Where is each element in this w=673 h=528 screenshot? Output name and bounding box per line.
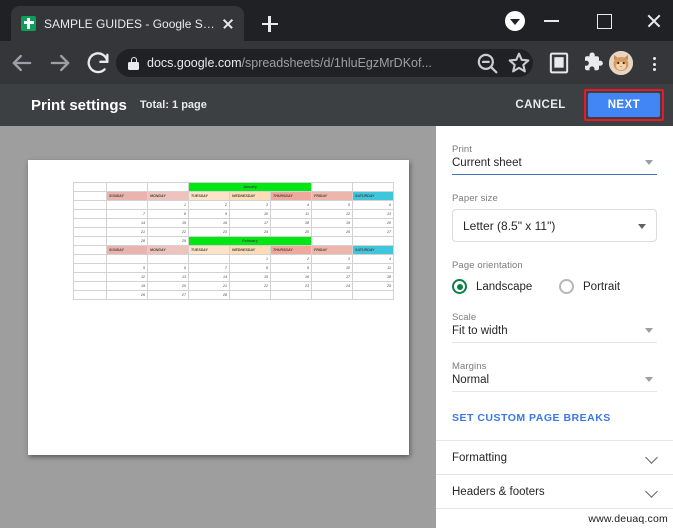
reload-icon[interactable]: [84, 49, 112, 77]
zoom-out-icon[interactable]: [473, 49, 501, 77]
page-orientation-field: Page orientation Landscape Portrait: [452, 260, 657, 294]
scale-select[interactable]: Fit to width: [452, 325, 657, 343]
table-row: 1 23 45 6: [73, 200, 394, 210]
watermark: www.deuaq.com: [588, 513, 668, 525]
page-title: Print settings: [31, 96, 127, 114]
page-orientation-label: Page orientation: [452, 260, 523, 271]
section-formatting[interactable]: Formatting: [436, 441, 673, 475]
day-header-row: SUNDAY MONDAY TUESDAY WEDNESDAY THURSDAY…: [73, 191, 394, 201]
table-row: 12 13 14 15 16 17 18: [73, 272, 394, 282]
tab-search-icon[interactable]: [505, 11, 525, 31]
table-row: 26 27 28: [73, 290, 394, 300]
table-row: 1 23 4: [73, 254, 394, 264]
print-settings-panel: Print Current sheet Paper size Letter (8…: [436, 126, 673, 528]
browser-window: SAMPLE GUIDES - Google Sheets docs.googl…: [0, 0, 673, 528]
margins-label: Margins: [452, 361, 487, 372]
table-row: 19 20 21 22 23 24 25: [73, 281, 394, 291]
section-headers-footers[interactable]: Headers & footers: [436, 475, 673, 509]
next-button[interactable]: NEXT: [587, 93, 660, 117]
table-row: 78 9 10 11 12 13: [73, 209, 394, 219]
chevron-down-icon: [646, 452, 657, 463]
section-label-headers-footers: Headers & footers: [452, 485, 545, 498]
print-value: Current sheet: [452, 157, 522, 169]
scale-field: Scale Fit to width: [452, 312, 657, 343]
chevron-down-icon: [645, 328, 653, 333]
margins-value: Normal: [452, 374, 490, 386]
paper-size-field: Paper size Letter (8.5" x 11"): [452, 193, 657, 242]
print-label: Print: [452, 144, 473, 155]
cancel-button[interactable]: CANCEL: [515, 99, 565, 111]
browser-tab[interactable]: SAMPLE GUIDES - Google Sheets: [11, 6, 244, 41]
chevron-down-icon: [638, 224, 646, 229]
next-button-highlight: NEXT: [583, 89, 664, 121]
back-arrow-icon[interactable]: [8, 49, 36, 77]
month-title-january: January: [188, 182, 312, 192]
kebab-menu-icon[interactable]: [642, 49, 666, 77]
print-settings-header: Print settings Total: 1 page CANCEL NEXT: [0, 84, 673, 126]
total-pages-label: Total: 1 page: [139, 99, 207, 111]
url-text: docs.google.com/spreadsheets/d/1hluEgzMr…: [147, 56, 432, 70]
browser-toolbar: docs.google.com/spreadsheets/d/1hluEgzMr…: [0, 41, 673, 84]
new-tab-button[interactable]: [256, 10, 284, 38]
lock-icon: [128, 56, 139, 70]
cat-avatar[interactable]: [609, 51, 633, 75]
maximize-icon[interactable]: [589, 6, 619, 34]
chevron-down-icon: [645, 160, 653, 165]
close-tab-icon[interactable]: [220, 16, 236, 32]
title-bar: SAMPLE GUIDES - Google Sheets: [0, 0, 673, 41]
tab-title: SAMPLE GUIDES - Google Sheets: [44, 16, 220, 31]
radio-dot-landscape: [452, 279, 467, 294]
url-path: /spreadsheets/d/1hluEgzMrDKof...: [241, 56, 432, 70]
screen-capture-icon[interactable]: [545, 49, 573, 77]
calendar-february: February SUNDAY MONDAY TUESDAY WEDNESDAY…: [73, 236, 394, 300]
puzzle-icon[interactable]: [578, 49, 606, 77]
url-host: docs.google.com: [147, 56, 242, 70]
day-header-row: SUNDAY MONDAY TUESDAY WEDNESDAY THURSDAY…: [73, 245, 394, 255]
print-field: Print Current sheet: [452, 144, 657, 175]
radio-dot-portrait: [559, 279, 574, 294]
forward-arrow-icon[interactable]: [46, 49, 74, 77]
chevron-down-icon: [645, 377, 653, 382]
print-select[interactable]: Current sheet: [452, 157, 657, 175]
month-title-february: February: [188, 236, 312, 246]
section-label-formatting: Formatting: [452, 451, 507, 464]
paper-size-label: Paper size: [452, 193, 498, 204]
margins-field: Margins Normal: [452, 361, 657, 392]
set-custom-page-breaks-link[interactable]: SET CUSTOM PAGE BREAKS: [452, 412, 657, 424]
paper-size-value: Letter (8.5" x 11"): [463, 218, 556, 233]
table-row: 56 78 9 10 11: [73, 263, 394, 273]
radio-label-portrait: Portrait: [583, 280, 621, 293]
address-bar[interactable]: docs.google.com/spreadsheets/d/1hluEgzMr…: [116, 49, 533, 77]
print-preview-area: January SUNDAY MONDAY TUESDAY WEDNESDAY …: [0, 126, 436, 528]
radio-label-landscape: Landscape: [476, 280, 533, 293]
margins-select[interactable]: Normal: [452, 374, 657, 392]
star-icon[interactable]: [505, 49, 533, 77]
radio-landscape[interactable]: Landscape: [452, 279, 559, 294]
radio-portrait[interactable]: Portrait: [559, 279, 620, 294]
scale-value: Fit to width: [452, 325, 508, 337]
chevron-down-icon: [646, 486, 657, 497]
google-sheets-favicon-icon: [21, 16, 36, 31]
minimize-icon[interactable]: [537, 6, 567, 34]
table-row: 14 15 16 17 18 19 20: [73, 218, 394, 228]
preview-page: January SUNDAY MONDAY TUESDAY WEDNESDAY …: [28, 160, 409, 455]
paper-size-select[interactable]: Letter (8.5" x 11"): [452, 209, 657, 242]
close-window-icon[interactable]: [639, 6, 669, 34]
scale-label: Scale: [452, 312, 477, 323]
